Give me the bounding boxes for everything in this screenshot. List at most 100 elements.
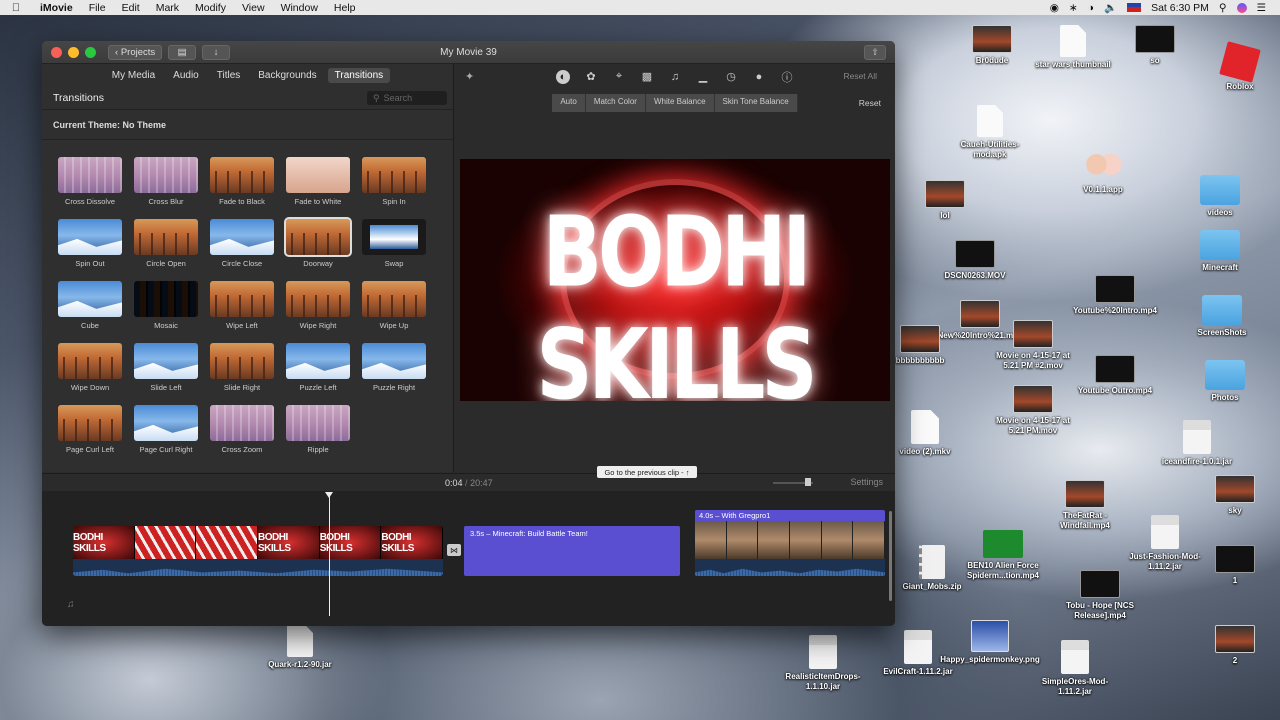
menu-file[interactable]: File xyxy=(81,2,114,14)
desktop-item[interactable]: TheFatRat - Windfall.mp4 xyxy=(1040,480,1130,531)
apple-icon[interactable]:  xyxy=(0,2,32,14)
info-icon[interactable]: ⓘ xyxy=(780,70,794,84)
transition-slide-right[interactable]: Slide Right xyxy=(204,343,280,405)
tab-titles[interactable]: Titles xyxy=(210,68,248,83)
search-field[interactable]: ⚲ Search xyxy=(367,91,447,105)
transition-swap[interactable]: Swap xyxy=(356,219,432,281)
playhead[interactable] xyxy=(325,492,333,616)
zoom-slider[interactable] xyxy=(773,478,813,486)
tab-audio[interactable]: Audio xyxy=(166,68,206,83)
zoom-window-button[interactable] xyxy=(85,46,96,58)
transition-thumbnail[interactable] xyxy=(58,157,122,193)
transition-thumbnail[interactable] xyxy=(362,281,426,317)
desktop-item[interactable]: ScreenShots xyxy=(1177,295,1267,338)
tab-my-media[interactable]: My Media xyxy=(105,68,162,83)
transition-thumbnail[interactable] xyxy=(286,281,350,317)
transition-thumbnail[interactable] xyxy=(286,405,350,441)
clip3-audio-waveform[interactable] xyxy=(695,559,885,576)
desktop-item[interactable]: Tobu - Hope [NCS Release].mp4 xyxy=(1055,570,1145,621)
magic-wand-icon[interactable]: ✦ xyxy=(465,70,474,83)
transition-thumbnail[interactable] xyxy=(362,157,426,193)
desktop-item[interactable]: Movie on 4-15-17 at 5.21 PM.mov xyxy=(988,385,1078,436)
desktop-item[interactable]: Youtube%20Intro.mp4 xyxy=(1070,275,1160,316)
transition-thumbnail[interactable] xyxy=(134,219,198,255)
desktop-item[interactable]: Caueh-Utilities-mod.apk xyxy=(945,105,1035,160)
transition-spin-out[interactable]: Spin Out xyxy=(52,219,128,281)
desktop-item[interactable]: iceandfire-1.0.1.jar xyxy=(1152,420,1242,467)
noise-reduction-icon[interactable]: ▁ xyxy=(696,70,710,84)
desktop-item[interactable]: videos xyxy=(1175,175,1265,218)
transition-spin-in[interactable]: Spin In xyxy=(356,157,432,219)
desktop-item[interactable]: DSCN0263.MOV xyxy=(930,240,1020,281)
desktop-item[interactable]: Happy_spidermonkey.png xyxy=(940,620,1040,665)
transition-mosaic[interactable]: Mosaic xyxy=(128,281,204,343)
transition-thumbnail[interactable] xyxy=(210,157,274,193)
match-color-button[interactable]: Match Color xyxy=(585,94,646,112)
wifi-icon[interactable]: ◑ xyxy=(1088,2,1094,14)
desktop-item[interactable]: Youtube Outro.mp4 xyxy=(1070,355,1160,396)
clip-bodhi-skills[interactable]: BODHI SKILLS BODHI SKILLS BODHI SKILLS BODH… xyxy=(73,526,443,576)
tab-transitions[interactable]: Transitions xyxy=(327,67,391,83)
desktop-item[interactable]: SimpleOres-Mod-1.11.2.jar xyxy=(1030,640,1120,697)
transition-cube[interactable]: Cube xyxy=(52,281,128,343)
desktop-item[interactable]: lol xyxy=(900,180,990,221)
transition-fade-to-white[interactable]: Fade to White xyxy=(280,157,356,219)
flag-icon[interactable] xyxy=(1127,3,1142,12)
import-button[interactable]: ↓ xyxy=(202,44,231,60)
transition-thumbnail[interactable] xyxy=(58,281,122,317)
desktop-item[interactable]: Giant_Mobs.zip xyxy=(887,545,977,592)
menu-edit[interactable]: Edit xyxy=(114,2,148,14)
minimize-window-button[interactable] xyxy=(68,46,79,58)
desktop-item[interactable]: Quark-r1.2-90.jar xyxy=(255,625,345,670)
projects-button[interactable]: ‹ Projects xyxy=(108,44,163,60)
transition-wipe-down[interactable]: Wipe Down xyxy=(52,343,128,405)
transition-circle-open[interactable]: Circle Open xyxy=(128,219,204,281)
transition-thumbnail[interactable] xyxy=(58,219,122,255)
transition-thumbnail[interactable] xyxy=(210,219,274,255)
transition-wipe-left[interactable]: Wipe Left xyxy=(204,281,280,343)
bluetooth-icon[interactable]: ∗ xyxy=(1069,2,1078,14)
transition-wipe-right[interactable]: Wipe Right xyxy=(280,281,356,343)
transition-thumbnail[interactable] xyxy=(58,343,122,379)
transition-puzzle-right[interactable]: Puzzle Right xyxy=(356,343,432,405)
desktop-item[interactable]: sky xyxy=(1190,475,1280,516)
auto-button[interactable]: Auto xyxy=(552,94,586,112)
transition-thumbnail[interactable] xyxy=(58,405,122,441)
desktop-item[interactable]: so xyxy=(1110,25,1200,66)
reset-button[interactable]: Reset xyxy=(859,98,881,108)
transition-thumbnail[interactable] xyxy=(134,281,198,317)
video-preview[interactable]: BODHI SKILLS xyxy=(460,159,890,401)
clip1-audio-waveform[interactable] xyxy=(73,559,443,576)
desktop-item[interactable]: RealisticItemDrops-1.1.10.jar xyxy=(778,635,868,692)
color-balance-icon[interactable]: ◐ xyxy=(556,69,570,84)
transition-thumbnail[interactable] xyxy=(362,343,426,379)
desktop-item[interactable]: Photos xyxy=(1180,360,1270,403)
tab-backgrounds[interactable]: Backgrounds xyxy=(251,68,323,83)
settings-button[interactable]: Settings xyxy=(850,477,883,487)
transition-slide-left[interactable]: Slide Left xyxy=(128,343,204,405)
menu-modify[interactable]: Modify xyxy=(187,2,234,14)
transition-circle-close[interactable]: Circle Close xyxy=(204,219,280,281)
menu-view[interactable]: View xyxy=(234,2,273,14)
transition-cross-zoom[interactable]: Cross Zoom xyxy=(204,405,280,467)
transition-page-curl-right[interactable]: Page Curl Right xyxy=(128,405,204,467)
desktop-item[interactable]: Roblox xyxy=(1195,41,1280,92)
transition-cross-dissolve[interactable]: Cross Dissolve xyxy=(52,157,128,219)
desktop-item[interactable]: 2 xyxy=(1190,625,1280,666)
clip-gregpro[interactable]: 4.0s – With Gregpro1 xyxy=(695,510,885,576)
desktop-item[interactable]: 1 xyxy=(1190,545,1280,586)
desktop-item[interactable]: Br0dude xyxy=(947,25,1037,66)
transition-cross-blur[interactable]: Cross Blur xyxy=(128,157,204,219)
speed-icon[interactable]: ◷ xyxy=(724,70,738,84)
transition-thumbnail[interactable] xyxy=(134,343,198,379)
transition-fade-to-black[interactable]: Fade to Black xyxy=(204,157,280,219)
desktop-item[interactable]: Minecraft xyxy=(1175,230,1265,273)
record-icon[interactable]: ◉ xyxy=(1050,2,1059,14)
crop-icon[interactable]: ⌖ xyxy=(612,70,626,84)
color-correction-icon[interactable]: ✿ xyxy=(584,70,598,84)
volume-icon[interactable]: ♫ xyxy=(668,70,682,84)
clock[interactable]: Sat 6:30 PM xyxy=(1151,2,1209,14)
transition-doorway[interactable]: Doorway xyxy=(280,217,356,281)
share-button[interactable]: ⇧ xyxy=(864,45,886,60)
reset-all-button[interactable]: Reset All xyxy=(843,71,877,81)
